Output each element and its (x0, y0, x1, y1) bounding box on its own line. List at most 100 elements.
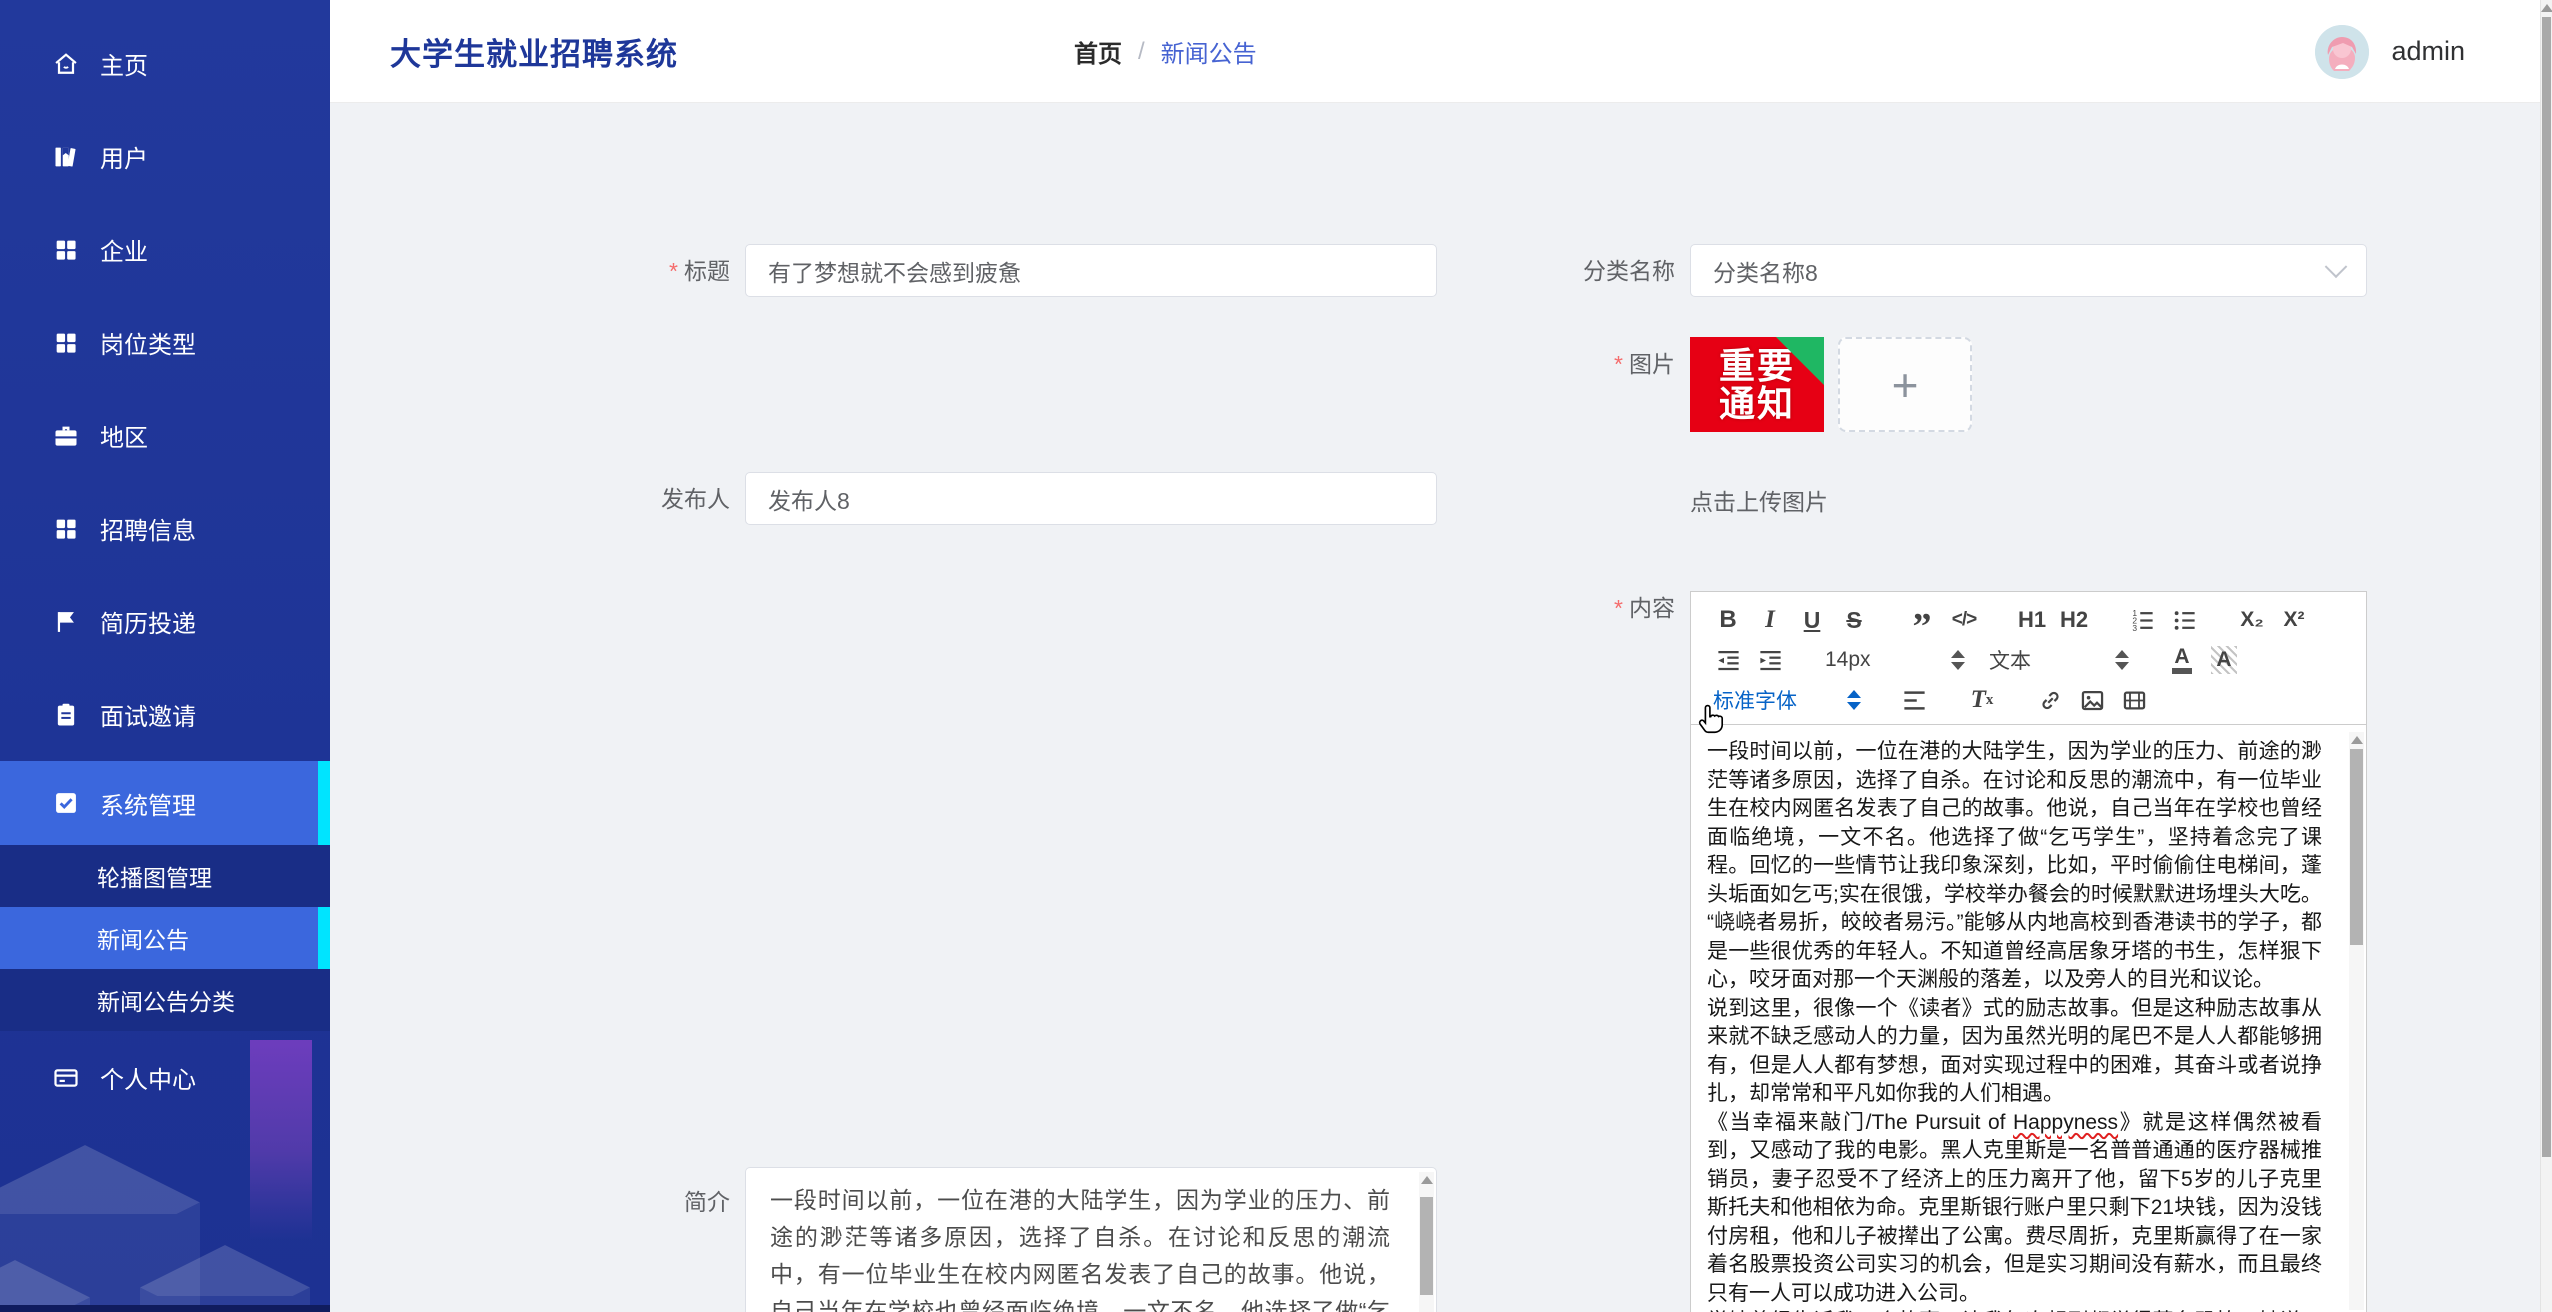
intro-value: 一段时间以前，一位在港的大陆学生，因为学业的压力、前途的渺茫等诸多原因，选择了自… (770, 1182, 1390, 1312)
username: admin (2391, 36, 2465, 67)
sidebar-subitem-news-category[interactable]: 新闻公告分类 (0, 969, 330, 1031)
title-input[interactable]: 有了梦想就不会感到疲惫 (745, 244, 1437, 297)
header: 大学生就业招聘系统 首页 / 新闻公告 admin (330, 0, 2540, 103)
blockquote-button[interactable]: ” (1901, 603, 1943, 637)
toolbar-row-1: B I U S ” </> H1 H2 123 X₂ X² (1707, 600, 2352, 640)
indent-button[interactable] (1749, 643, 1791, 677)
toolbar-row-3: 标准字体 Tx (1707, 680, 2352, 720)
category-label: 分类名称 (1500, 252, 1675, 286)
grid-icon (52, 236, 80, 264)
subscript-button[interactable]: X₂ (2231, 603, 2273, 637)
font-size-picker[interactable]: 14px (1819, 643, 1971, 677)
clear-format-button[interactable]: Tx (1961, 683, 2003, 717)
sidebar-item-label: 简历投递 (100, 604, 196, 639)
sidebar-item-job-type[interactable]: 岗位类型 (0, 296, 330, 389)
intro-label: 简介 (560, 1183, 730, 1217)
sidebar-subitem-label: 新闻公告 (97, 921, 189, 955)
italic-button[interactable]: I (1749, 603, 1791, 637)
scroll-up-icon[interactable] (2541, 4, 2552, 12)
sidebar-item-label: 招聘信息 (100, 511, 196, 546)
avatar (2315, 25, 2369, 79)
bold-button[interactable]: B (1707, 603, 1749, 637)
code-block-button[interactable]: </> (1943, 603, 1985, 637)
grid-icon (52, 329, 80, 357)
thumb-text-line2: 通知 (1719, 385, 1795, 423)
image-thumbnail[interactable]: 重要 通知 (1690, 337, 1824, 432)
sidebar-item-recruit-info[interactable]: 招聘信息 (0, 482, 330, 575)
content-paragraph: 《当幸福来敲门/The Pursuit of Happyness》就是这样偶然被… (1707, 1109, 2322, 1309)
sidebar-item-label: 地区 (100, 418, 148, 453)
align-button[interactable] (1893, 683, 1935, 717)
insert-video-button[interactable] (2113, 683, 2155, 717)
publisher-input[interactable]: 发布人8 (745, 472, 1437, 525)
underline-button[interactable]: U (1791, 603, 1833, 637)
sidebar-subitem-carousel[interactable]: 轮播图管理 (0, 845, 330, 907)
publisher-value: 发布人8 (768, 482, 850, 516)
user-menu[interactable]: admin (2315, 0, 2465, 103)
breadcrumb-separator: / (1138, 38, 1145, 66)
bullet-list-button[interactable] (2163, 603, 2205, 637)
sidebar-item-label: 个人中心 (100, 1060, 196, 1095)
sidebar-item-company[interactable]: 企业 (0, 203, 330, 296)
svg-text:3: 3 (2132, 622, 2137, 632)
superscript-button[interactable]: X² (2273, 603, 2315, 637)
picker-arrows-icon (1951, 650, 1965, 670)
checkbox-icon (52, 789, 80, 817)
text-color-button[interactable]: A (2161, 643, 2203, 677)
editor-scrollbar[interactable] (2349, 732, 2364, 1310)
font-size-value: 14px (1825, 648, 1871, 672)
sidebar-item-interview[interactable]: 面试邀请 (0, 668, 330, 761)
header-format-value: 文本 (1989, 645, 2031, 675)
content-paragraph: 说到这里，很像一个《读者》式的励志故事。但是这种励志故事从来就不缺乏感动人的力量… (1707, 995, 2322, 1109)
background-color-button[interactable]: A (2203, 643, 2245, 677)
sidebar-item-region[interactable]: 地区 (0, 389, 330, 482)
sidebar-subitem-news[interactable]: 新闻公告 (0, 907, 330, 969)
category-value: 分类名称8 (1713, 254, 1818, 288)
breadcrumb-home[interactable]: 首页 (1074, 34, 1122, 69)
content-paragraph: 一段时间以前，一位在港的大陆学生，因为学业的压力、前途的渺茫等诸多原因，选择了自… (1707, 738, 2322, 909)
editor-toolbar: B I U S ” </> H1 H2 123 X₂ X² (1691, 592, 2366, 725)
clipboard-icon (52, 701, 80, 729)
title-value: 有了梦想就不会感到疲惫 (768, 254, 1021, 288)
editor-content[interactable]: 一段时间以前，一位在港的大陆学生，因为学业的压力、前途的渺茫等诸多原因，选择了自… (1691, 726, 2366, 1312)
breadcrumb: 首页 / 新闻公告 (1074, 0, 1257, 103)
sidebar-subitem-label: 轮播图管理 (97, 859, 212, 893)
sidebar-subitem-label: 新闻公告分类 (97, 983, 235, 1017)
heading2-button[interactable]: H2 (2053, 603, 2095, 637)
sidebar-item-label: 系统管理 (100, 786, 196, 821)
ordered-list-button[interactable]: 123 (2121, 603, 2163, 637)
image-upload-button[interactable]: + (1838, 337, 1972, 432)
font-family-picker[interactable]: 标准字体 (1707, 683, 1867, 717)
app-title: 大学生就业招聘系统 (390, 0, 678, 103)
sidebar-item-label: 岗位类型 (100, 325, 196, 360)
image-label: 图片 (1505, 345, 1675, 379)
scroll-up-icon[interactable] (1421, 1176, 1433, 1184)
sidebar-item-personal-center[interactable]: 个人中心 (0, 1031, 330, 1124)
sidebar-item-system-management[interactable]: 系统管理 (0, 761, 330, 845)
scroll-up-icon[interactable] (2351, 736, 2363, 744)
content-paragraph: 学妹曾经告诉我一个故事，让我每次想到都觉得莫名恐怖。她说，她硕士毕业去广东求职，… (1707, 1308, 2322, 1312)
link-button[interactable] (2029, 683, 2071, 717)
scrollbar-thumb[interactable] (2542, 17, 2551, 1157)
sidebar-item-users[interactable]: 用户 (0, 110, 330, 203)
title-label: 标题 (560, 252, 730, 286)
rich-text-editor: B I U S ” </> H1 H2 123 X₂ X² (1690, 591, 2367, 1312)
intro-scrollbar[interactable] (1419, 1172, 1434, 1312)
books-icon (52, 143, 80, 171)
category-select[interactable]: 分类名称8 (1690, 244, 2367, 297)
briefcase-icon (52, 422, 80, 450)
insert-image-button[interactable] (2071, 683, 2113, 717)
scrollbar-thumb[interactable] (2350, 749, 2363, 945)
picker-arrows-icon (2115, 650, 2129, 670)
page-scrollbar[interactable] (2540, 0, 2552, 1312)
publisher-label: 发布人 (560, 480, 730, 514)
sidebar-item-resume[interactable]: 简历投递 (0, 575, 330, 668)
intro-textarea[interactable]: 一段时间以前，一位在港的大陆学生，因为学业的压力、前途的渺茫等诸多原因，选择了自… (745, 1167, 1437, 1312)
sidebar-item-home[interactable]: 主页 (0, 17, 330, 110)
outdent-button[interactable] (1707, 643, 1749, 677)
header-format-picker[interactable]: 文本 (1983, 643, 2135, 677)
scrollbar-thumb[interactable] (1420, 1197, 1433, 1295)
strikethrough-button[interactable]: S (1833, 603, 1875, 637)
flag-icon (52, 608, 80, 636)
heading1-button[interactable]: H1 (2011, 603, 2053, 637)
